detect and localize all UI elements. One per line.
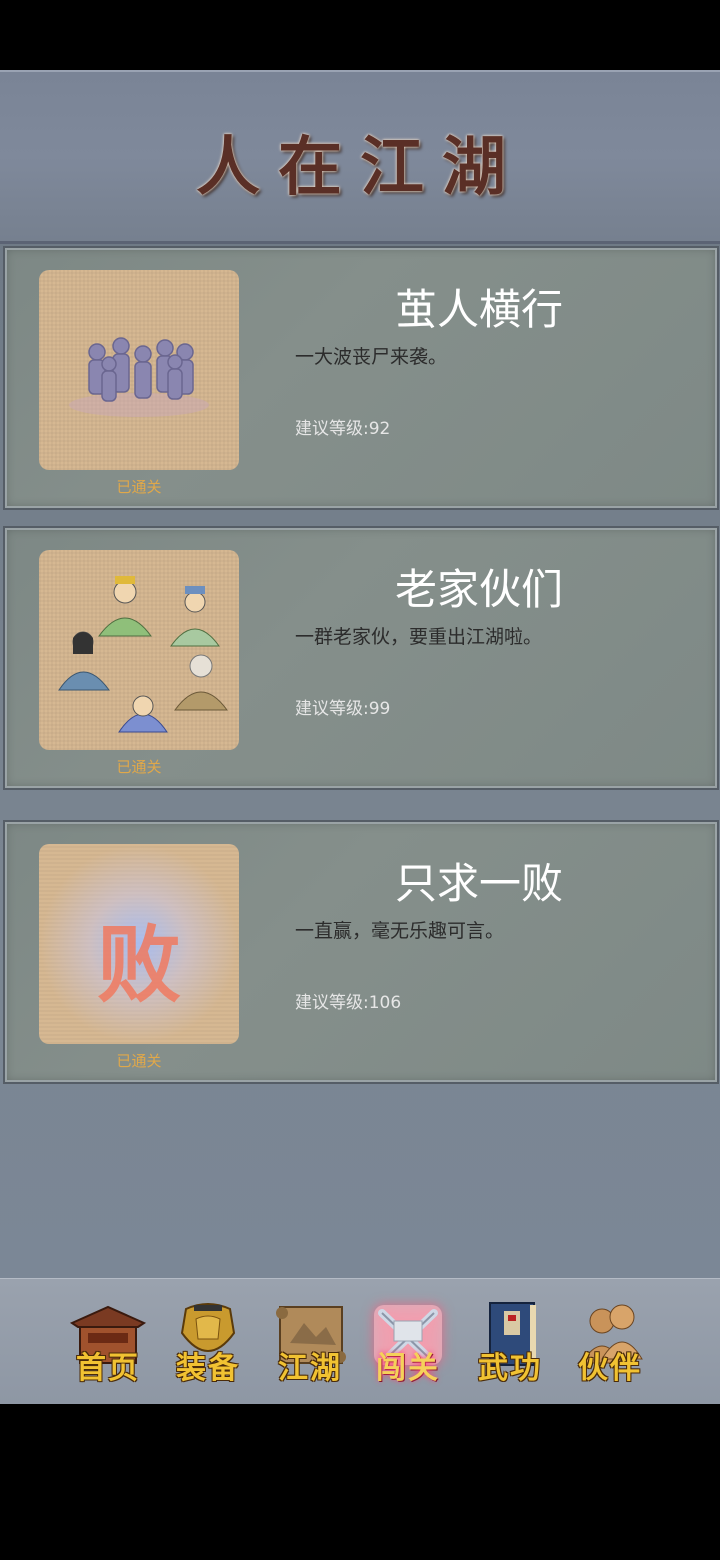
stage-description: 一大波丧尸来袭。 — [295, 346, 448, 368]
stage-status: 已通关 — [116, 478, 162, 496]
stage-description: 一群老家伙，要重出江湖啦。 — [295, 626, 543, 648]
stage-title: 只求一败 — [395, 859, 564, 908]
nav-label: 江湖 — [278, 1351, 342, 1386]
status-bar-area — [0, 0, 720, 70]
stage-thumbnail: 败 — [39, 844, 239, 1044]
stage-card-2[interactable]: 已通关 老家伙们 一群老家伙，要重出江湖啦。 建议等级:99 — [3, 526, 719, 790]
stage-thumbnail — [39, 550, 239, 750]
stage-title: 茧人横行 — [395, 285, 564, 334]
nav-label: 装备 — [176, 1351, 240, 1386]
nav-martial-arts[interactable]: 武功 — [462, 1297, 558, 1389]
nav-companions[interactable]: 伙伴 — [562, 1297, 658, 1389]
stage-level: 建议等级:106 — [295, 993, 402, 1013]
nav-challenge[interactable]: 闯关 — [360, 1297, 456, 1389]
stage-description: 一直赢，毫无乐趣可言。 — [295, 920, 505, 942]
stage-title: 老家伙们 — [395, 565, 564, 614]
bottom-nav: 首页 装备 江湖 闯关 武功 伙伴 — [0, 1278, 720, 1404]
stage-card-1[interactable]: 已通关 茧人横行 一大波丧尸来袭。 建议等级:92 — [3, 246, 719, 510]
system-nav-area — [0, 1404, 720, 1560]
zombie-group-icon — [69, 337, 209, 417]
header: 人在江湖 — [0, 70, 720, 244]
nav-equipment[interactable]: 装备 — [160, 1297, 256, 1389]
stage-level: 建议等级:92 — [295, 419, 391, 439]
elders-group-icon — [58, 576, 228, 733]
stage-level: 建议等级:99 — [295, 699, 391, 719]
stage-status: 已通关 — [116, 1052, 162, 1070]
defeat-glyph: 败 — [96, 915, 181, 1014]
stage-list: 已通关 茧人横行 一大波丧尸来袭。 建议等级:92 已通关 老家伙们 一群老家伙… — [0, 244, 720, 1278]
nav-label: 武功 — [478, 1351, 542, 1386]
nav-label: 伙伴 — [578, 1351, 642, 1386]
nav-jianghu[interactable]: 江湖 — [262, 1297, 358, 1389]
nav-home[interactable]: 首页 — [60, 1297, 156, 1389]
page-title: 人在江湖 — [196, 130, 524, 205]
stage-status: 已通关 — [116, 758, 162, 776]
stage-card-3[interactable]: 败 已通关 只求一败 一直赢，毫无乐趣可言。 建议等级:106 — [3, 820, 719, 1084]
nav-label: 闯关 — [376, 1351, 440, 1386]
stage-thumbnail — [39, 270, 239, 470]
nav-label: 首页 — [76, 1351, 140, 1386]
